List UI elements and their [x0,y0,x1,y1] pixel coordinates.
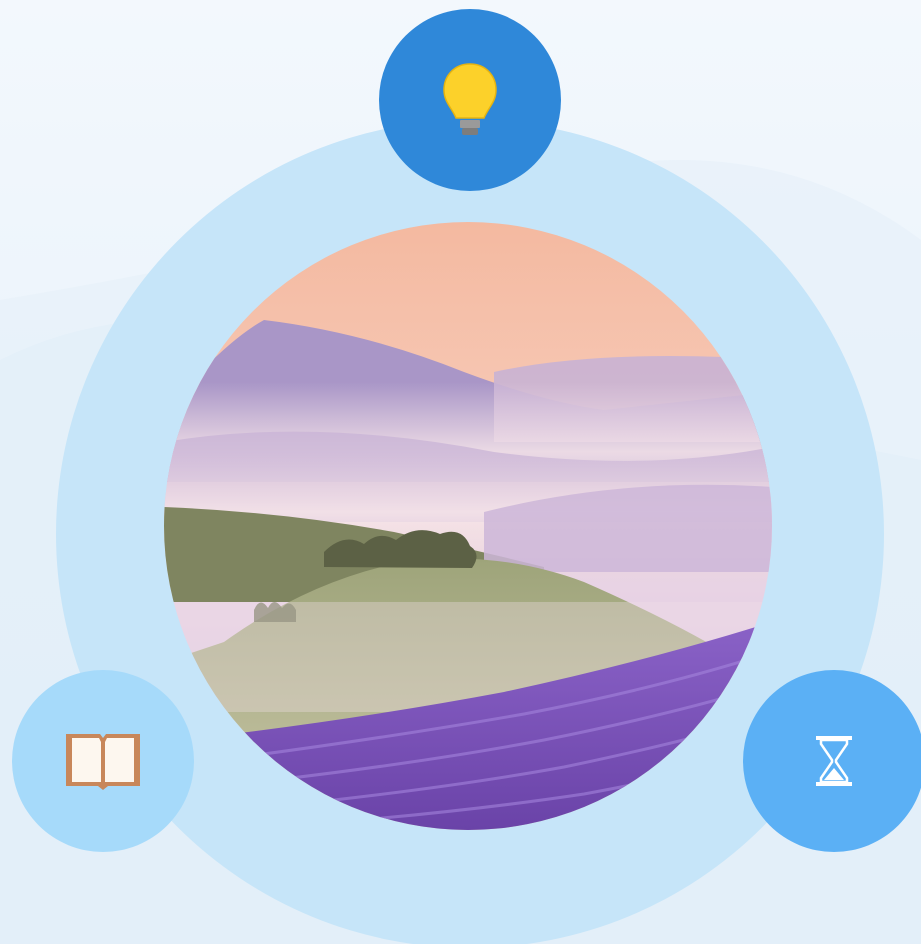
open-book-icon [66,734,140,790]
hourglass-icon [816,736,852,786]
center-landscape-image [164,222,772,830]
lightbulb-icon [443,63,497,135]
idea-node [379,9,561,191]
time-node [743,670,921,852]
learning-node [12,670,194,852]
